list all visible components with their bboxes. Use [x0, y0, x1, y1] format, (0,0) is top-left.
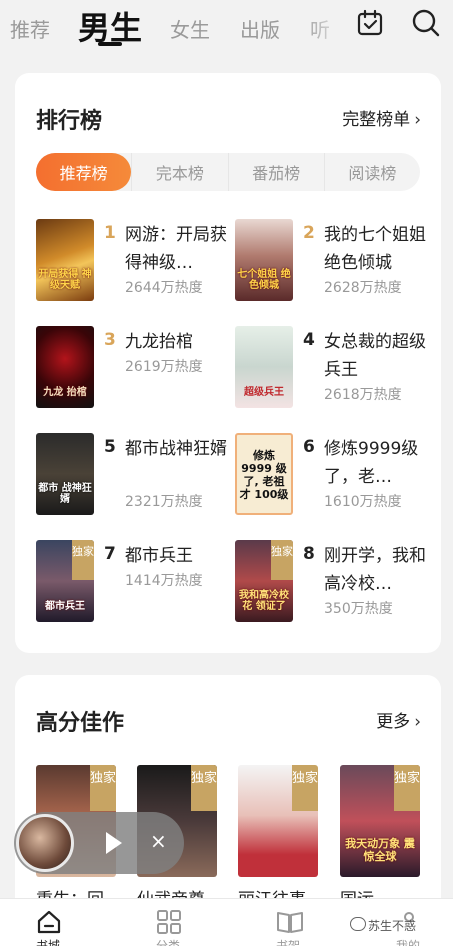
high-score-book-cover-4[interactable]: 独家 我天动万象 震惊全球 — [340, 765, 420, 877]
play-icon[interactable] — [106, 832, 122, 854]
ranking-book-4[interactable]: 超级兵王 4 女总裁的超级兵王 2618万热度 — [235, 326, 435, 416]
bottom-nav-label: 书架 — [275, 939, 300, 946]
book-cover: 开局获得 神级天赋 — [36, 219, 94, 301]
ranking-book-2[interactable]: 七个姐姐 绝色倾城 2 我的七个姐姐绝色倾城 2628万热度 — [235, 219, 435, 309]
book-heat: 2619万热度 — [125, 359, 203, 375]
tab-recommend[interactable]: 推荐 — [10, 14, 50, 43]
close-icon[interactable]: × — [150, 829, 167, 853]
ranking-title: 排行榜 — [36, 109, 103, 134]
grid-icon — [157, 910, 181, 934]
book-title: 我的七个姐姐绝色倾城 — [324, 225, 426, 273]
ranking-subtabs: 推荐榜 完本榜 番茄榜 阅读榜 — [36, 153, 420, 191]
book-cover: 九龙 抬棺 — [36, 326, 94, 408]
book-title: 九龙抬棺 — [125, 332, 193, 352]
book-cover: 七个姐姐 绝色倾城 — [235, 219, 293, 301]
book-heat: 1414万热度 — [125, 573, 203, 589]
book-heat: 1610万热度 — [324, 494, 402, 510]
book-cover: 独家 都市兵王 — [36, 540, 94, 622]
high-score-title: 高分佳作 — [36, 711, 125, 736]
rank-number: 8 — [303, 544, 315, 564]
bottom-nav-label: 书城 — [35, 939, 60, 946]
book-title: 修炼9999级了，老… — [324, 439, 419, 487]
bottom-nav-label: 分类 — [155, 939, 180, 946]
subtab-recommend[interactable]: 推荐榜 — [36, 153, 132, 191]
exclusive-badge: 独家 — [394, 765, 420, 811]
book-title: 都市战神狂婿 — [125, 439, 227, 459]
watermark-text: 苏生不惑 — [368, 919, 417, 933]
tab-female[interactable]: 女生 — [170, 14, 210, 43]
ranking-card: 排行榜 完整榜单 › 推荐榜 完本榜 番茄榜 阅读榜 开局获得 神级天赋 1 网游… — [15, 73, 441, 653]
ranking-book-1[interactable]: 开局获得 神级天赋 1 网游：开局获得神级… 2644万热度 — [36, 219, 236, 309]
bottom-nav-label: 我的 — [395, 939, 420, 946]
exclusive-badge: 独家 — [271, 540, 293, 580]
full-ranking-link[interactable]: 完整榜单 › — [342, 105, 421, 130]
ranking-book-8[interactable]: 独家 我和高冷校花 领证了 8 刚开学，我和高冷校… 350万热度 — [235, 540, 435, 630]
bottom-nav-bookshelf[interactable]: 书架 — [243, 899, 333, 946]
rank-number: 1 — [104, 223, 116, 243]
ranking-book-7[interactable]: 独家 都市兵王 7 都市兵王 1414万热度 — [36, 540, 236, 630]
more-label: 更多 — [376, 712, 411, 732]
more-link[interactable]: 更多 › — [376, 707, 421, 732]
exclusive-badge: 独家 — [191, 765, 217, 811]
book-heat: 2628万热度 — [324, 280, 402, 296]
top-nav: 推荐 男生 女生 出版 听 — [0, 0, 453, 54]
book-heat: 2644万热度 — [125, 280, 203, 296]
rank-number: 2 — [303, 223, 315, 243]
high-score-book-cover-3[interactable]: 独家 — [238, 765, 318, 877]
active-tab-underline — [98, 42, 122, 46]
book-cover: 独家 我和高冷校花 领证了 — [235, 540, 293, 622]
subtab-tomato[interactable]: 番茄榜 — [227, 153, 324, 191]
home-icon — [37, 910, 61, 934]
subtab-reading[interactable]: 阅读榜 — [323, 153, 420, 191]
player-cover-thumbnail[interactable] — [16, 814, 74, 872]
book-cover: 超级兵王 — [235, 326, 293, 408]
book-title: 刚开学，我和高冷校… — [324, 546, 426, 594]
book-heat: 2321万热度 — [125, 494, 203, 510]
ranking-book-3[interactable]: 九龙 抬棺 3 九龙抬棺 2619万热度 — [36, 326, 236, 416]
bottom-nav-category[interactable]: 分类 — [123, 899, 213, 946]
high-score-card: 高分佳作 更多› 独家 重生：回 独家 仙武帝尊 独家 丽江往事 独家 我天动万… — [15, 675, 441, 915]
open-book-icon — [277, 912, 303, 933]
ranking-book-5[interactable]: 都市 战神狂婿 5 都市战神狂婿 2321万热度 — [36, 433, 236, 523]
search-icon[interactable] — [411, 8, 441, 38]
rank-number: 3 — [104, 330, 116, 350]
rank-number: 5 — [104, 437, 116, 457]
calendar-check-icon[interactable] — [355, 8, 385, 38]
ranking-book-6[interactable]: 修炼 9999 级了, 老祖才 100级 6 修炼9999级了，老… 1610万… — [235, 433, 435, 523]
wechat-icon — [350, 917, 366, 931]
exclusive-badge: 独家 — [90, 765, 116, 811]
rank-number: 7 — [104, 544, 116, 564]
tab-publishing[interactable]: 出版 — [240, 14, 280, 43]
book-title: 网游：开局获得神级… — [125, 225, 227, 273]
book-heat: 350万热度 — [324, 601, 393, 617]
rank-number: 6 — [303, 437, 315, 457]
book-title: 女总裁的超级兵王 — [324, 332, 426, 380]
book-heat: 2618万热度 — [324, 387, 402, 403]
chevron-right-icon: › — [414, 712, 421, 732]
exclusive-badge: 独家 — [292, 765, 318, 811]
bottom-nav: 书城 分类 书架 我的 苏生不惑 — [0, 898, 453, 946]
chevron-right-icon: › — [414, 110, 421, 130]
book-title: 都市兵王 — [125, 546, 193, 566]
subtab-completed[interactable]: 完本榜 — [131, 153, 227, 191]
floating-audio-player[interactable]: × — [14, 812, 184, 874]
rank-number: 4 — [303, 330, 315, 350]
book-cover: 修炼 9999 级了, 老祖才 100级 — [235, 433, 293, 515]
exclusive-badge: 独家 — [72, 540, 94, 580]
full-ranking-label: 完整榜单 — [342, 110, 411, 130]
bottom-nav-bookstore[interactable]: 书城 — [3, 899, 93, 946]
book-cover: 都市 战神狂婿 — [36, 433, 94, 515]
tab-scroll-fade — [300, 0, 350, 50]
